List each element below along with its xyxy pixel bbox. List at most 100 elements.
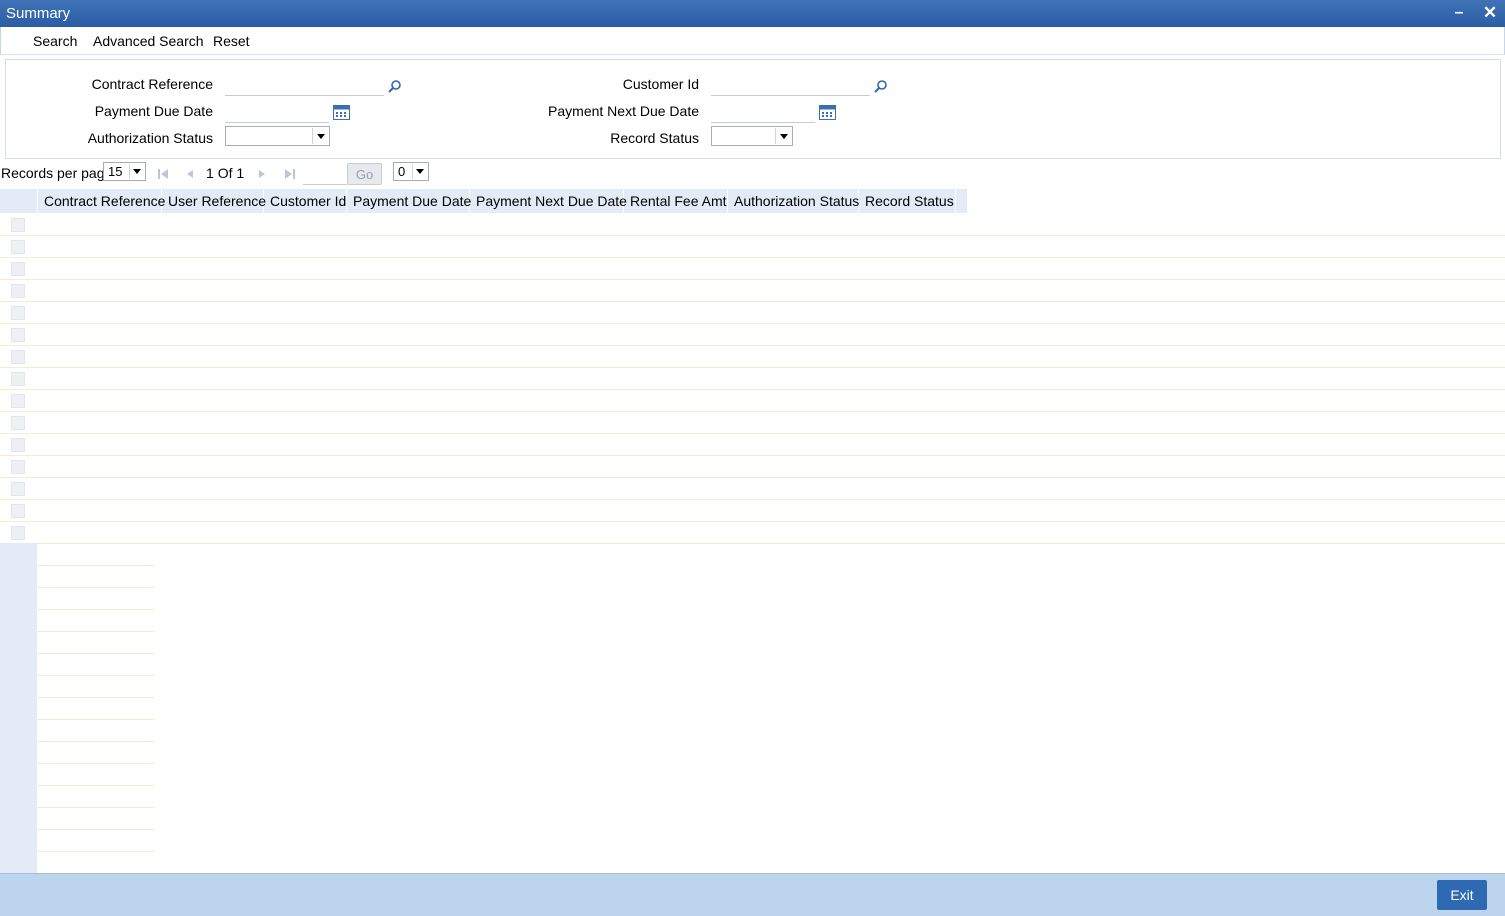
table-row — [0, 522, 1505, 544]
authorization-status-select[interactable] — [225, 126, 330, 146]
grid-header: Contract Reference User Reference Custom… — [0, 189, 967, 213]
customer-id-label: Customer Id — [622, 76, 699, 92]
close-button[interactable]: ✕ — [1480, 3, 1500, 23]
row-checkbox[interactable] — [11, 218, 25, 232]
minimize-button[interactable]: – — [1449, 3, 1469, 23]
row-checkbox[interactable] — [11, 328, 25, 342]
table-row — [0, 500, 1505, 522]
table-row — [0, 214, 1505, 236]
row-checkbox[interactable] — [11, 438, 25, 452]
column-header-payment-next-due-date[interactable]: Payment Next Due Date — [470, 189, 627, 213]
column-header-customer-id[interactable]: Customer Id — [264, 189, 347, 213]
table-row — [0, 368, 1505, 390]
records-per-page-value: 15 — [108, 164, 123, 179]
toolbar: Search Advanced Search Reset — [0, 27, 1505, 55]
first-page-icon[interactable] — [157, 168, 169, 180]
calendar-icon[interactable] — [819, 105, 836, 120]
title-bar: Summary – ✕ — [0, 0, 1505, 27]
contract-reference-lookup-icon[interactable] — [388, 79, 402, 93]
table-row — [37, 588, 155, 610]
row-checkbox[interactable] — [11, 526, 25, 540]
reset-button[interactable]: Reset — [213, 33, 250, 49]
advanced-search-button[interactable]: Advanced Search — [93, 33, 204, 49]
table-row — [37, 764, 155, 786]
exit-button[interactable]: Exit — [1437, 880, 1487, 910]
row-checkbox[interactable] — [11, 240, 25, 254]
row-checkbox[interactable] — [11, 284, 25, 298]
chevron-down-icon — [312, 128, 328, 144]
customer-id-lookup-icon[interactable] — [874, 79, 888, 93]
table-row — [37, 720, 155, 742]
payment-next-due-date-input[interactable] — [711, 102, 815, 123]
chevron-down-icon — [129, 164, 144, 179]
select-all-column[interactable] — [0, 189, 38, 213]
table-row — [37, 830, 155, 852]
page-select[interactable]: 0 — [393, 162, 429, 181]
payment-next-due-date-label: Payment Next Due Date — [548, 103, 699, 119]
table-row — [0, 302, 1505, 324]
record-status-select[interactable] — [711, 126, 793, 146]
table-row — [37, 676, 155, 698]
table-row — [37, 610, 155, 632]
row-checkbox[interactable] — [11, 306, 25, 320]
total-pages: 1 — [236, 165, 245, 181]
row-checkbox[interactable] — [11, 416, 25, 430]
previous-page-icon[interactable] — [184, 168, 196, 180]
table-row — [37, 786, 155, 808]
records-per-page-label: Records per page — [1, 165, 113, 181]
table-row — [37, 742, 155, 764]
table-row — [37, 654, 155, 676]
table-row — [37, 632, 155, 654]
payment-due-date-input[interactable] — [225, 102, 329, 123]
page-number-input[interactable] — [303, 162, 347, 185]
table-row — [0, 434, 1505, 456]
current-page: 1 — [206, 165, 214, 181]
row-checkbox[interactable] — [11, 350, 25, 364]
column-header-user-reference[interactable]: User Reference — [162, 189, 266, 213]
table-row — [37, 544, 155, 566]
row-checkbox[interactable] — [11, 504, 25, 518]
column-header-record-status[interactable]: Record Status — [859, 189, 956, 213]
table-row — [0, 456, 1505, 478]
table-row — [0, 324, 1505, 346]
customer-id-input[interactable] — [711, 75, 870, 96]
row-checkbox[interactable] — [11, 372, 25, 386]
row-checkbox[interactable] — [11, 482, 25, 496]
table-row — [0, 236, 1505, 258]
record-status-label: Record Status — [610, 130, 699, 146]
chevron-down-icon — [412, 164, 427, 179]
grid-lower-select-column — [0, 543, 37, 873]
records-per-page-select[interactable]: 15 — [103, 162, 146, 181]
table-row — [37, 852, 155, 874]
calendar-icon[interactable] — [333, 105, 350, 120]
authorization-status-label: Authorization Status — [87, 130, 213, 146]
row-checkbox[interactable] — [11, 262, 25, 276]
table-row — [0, 390, 1505, 412]
row-checkbox[interactable] — [11, 394, 25, 408]
search-form: Contract Reference Payment Due Date Auth… — [5, 59, 1501, 159]
chevron-down-icon — [775, 128, 791, 144]
table-row — [0, 478, 1505, 500]
last-page-icon[interactable] — [284, 168, 296, 180]
table-row — [0, 258, 1505, 280]
table-row — [37, 566, 155, 588]
footer: Exit — [0, 873, 1505, 916]
page-info: 1 Of 1 — [206, 165, 244, 181]
column-header-contract-reference[interactable]: Contract Reference — [38, 189, 165, 213]
table-row — [37, 808, 155, 830]
contract-reference-input[interactable] — [225, 75, 384, 96]
table-row — [0, 412, 1505, 434]
of-label: Of — [217, 165, 233, 181]
go-button[interactable]: Go — [347, 163, 382, 185]
row-checkbox[interactable] — [11, 460, 25, 474]
search-button[interactable]: Search — [33, 33, 77, 49]
column-header-payment-due-date[interactable]: Payment Due Date — [347, 189, 471, 213]
pager: Records per page 15 1 Of 1 Go 0 — [0, 160, 1505, 188]
column-header-rental-fee-amt[interactable]: Rental Fee Amt — [624, 189, 728, 213]
next-page-icon[interactable] — [256, 168, 268, 180]
page-select-value: 0 — [398, 164, 406, 179]
table-row — [0, 280, 1505, 302]
table-row — [37, 698, 155, 720]
table-row — [0, 346, 1505, 368]
column-header-authorization-status[interactable]: Authorization Status — [728, 189, 859, 213]
